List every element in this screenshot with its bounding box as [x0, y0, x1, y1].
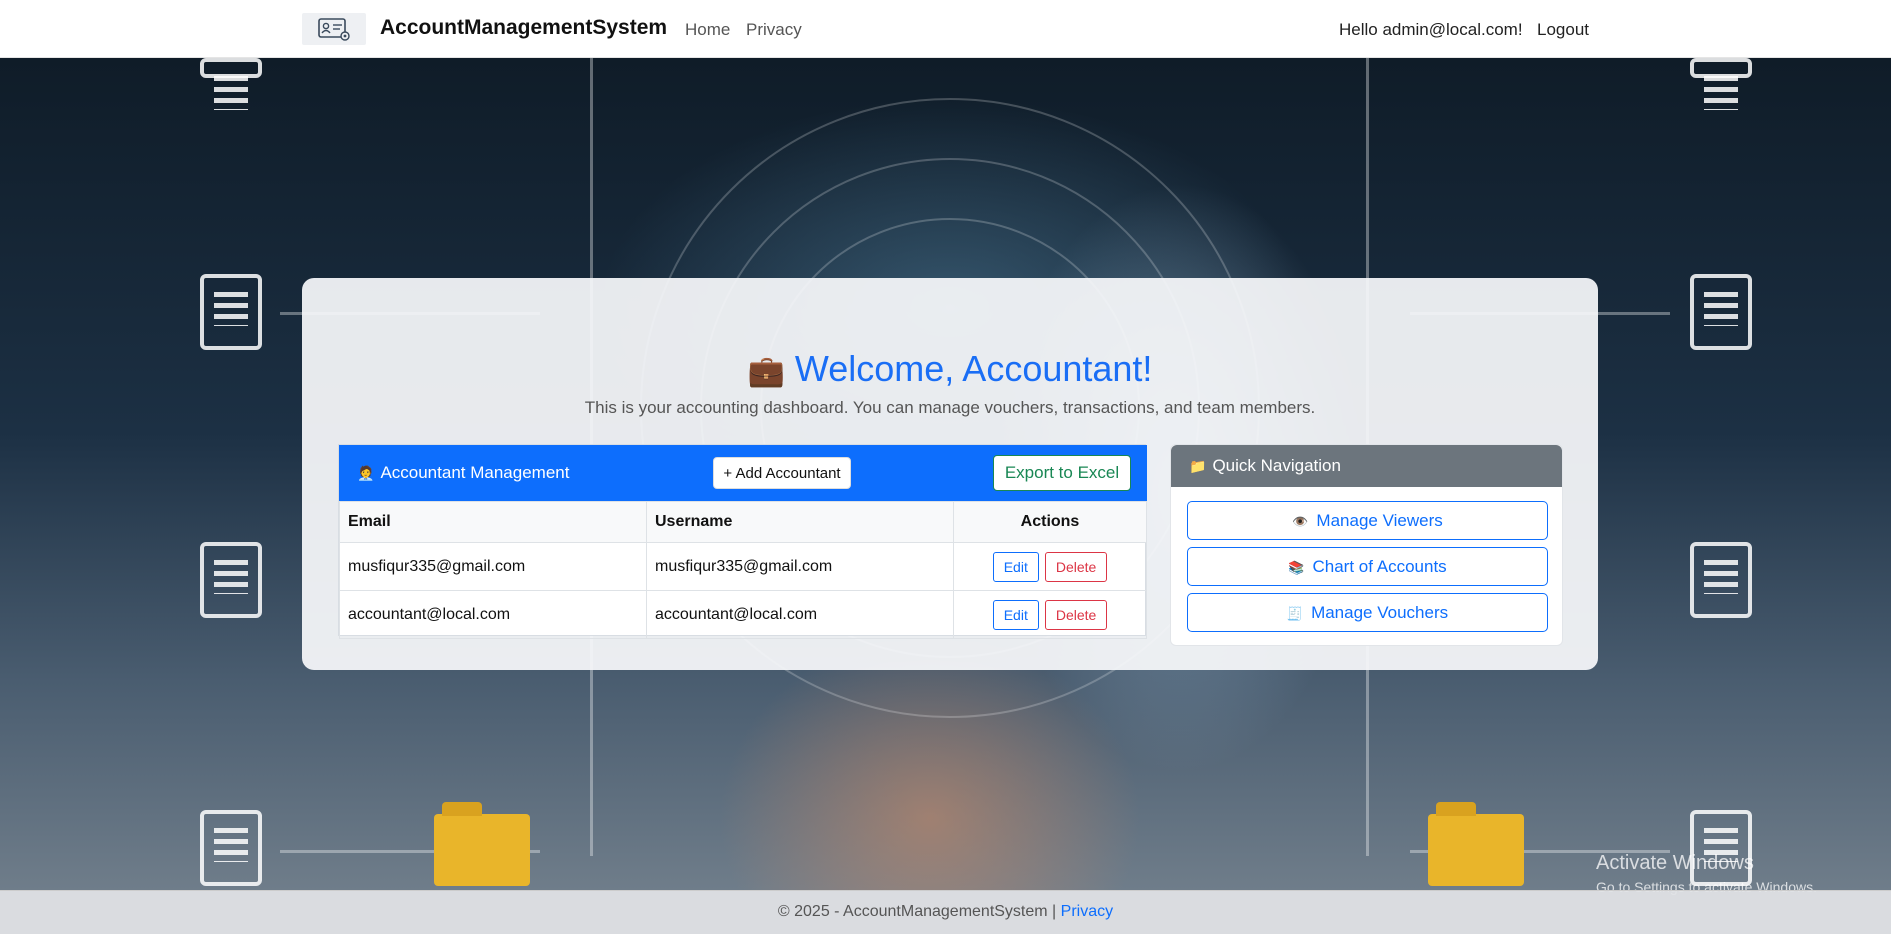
document-icon — [200, 58, 262, 110]
logo[interactable] — [302, 13, 366, 45]
chart-of-accounts-button[interactable]: 📚 Chart of Accounts — [1187, 547, 1548, 586]
books-icon: 📚 — [1288, 559, 1305, 575]
footer-privacy-link[interactable]: Privacy — [1061, 903, 1113, 920]
manage-vouchers-button[interactable]: 🧾 Manage Vouchers — [1187, 593, 1548, 632]
activate-windows-title: Activate Windows — [1596, 852, 1754, 874]
eye-icon: 👁️ — [1292, 513, 1309, 529]
edit-button[interactable]: Edit — [992, 599, 1039, 630]
document-icon — [1690, 542, 1752, 618]
quick-navigation-panel: 📁 Quick Navigation 👁️ Manage Viewers 📚 Char… — [1170, 444, 1563, 646]
cell-actions: Edit Delete — [953, 542, 1147, 591]
logout-link[interactable]: Logout — [1537, 20, 1589, 40]
cell-actions: Edit Delete — [953, 590, 1147, 639]
welcome-subtitle: This is your accounting dashboard. You c… — [584, 398, 1316, 417]
table-row: accountant@local.com accountant@local.co… — [339, 590, 1147, 639]
column-header-email: Email — [339, 501, 647, 543]
folder-icon — [434, 802, 530, 886]
cell-email: accountant@local.com — [339, 590, 647, 639]
manage-viewers-label: Manage Viewers — [1316, 510, 1443, 530]
footer: © 2025 - AccountManagementSystem | Priva… — [0, 890, 1891, 934]
column-header-actions: Actions — [953, 501, 1147, 543]
footer-copyright: © 2025 - AccountManagementSystem | — [777, 903, 1057, 920]
cell-email: musfiqur335@gmail.com — [339, 542, 647, 591]
edit-button[interactable]: Edit — [992, 551, 1039, 582]
table-header-row: Email Username Actions — [339, 501, 1147, 543]
accountants-table: Email Username Actions musfiqur335@gmail… — [339, 501, 1147, 639]
briefcase-icon: 💼 — [747, 355, 785, 388]
add-accountant-button[interactable]: + Add Accountant — [713, 457, 851, 489]
cell-username: accountant@local.com — [646, 590, 954, 639]
chart-of-accounts-label: Chart of Accounts — [1312, 556, 1447, 576]
welcome-title: Welcome, Accountant! — [794, 348, 1153, 389]
folder-icon — [1428, 802, 1524, 886]
user-greeting[interactable]: Hello admin@local.com! — [1339, 20, 1523, 40]
table-row: musfiqur335@gmail.com musfiqur335@gmail.… — [339, 542, 1147, 591]
manage-viewers-button[interactable]: 👁️ Manage Viewers — [1187, 501, 1548, 540]
person-icon: 🧑‍💼 — [357, 465, 375, 481]
receipt-icon: 🧾 — [1286, 605, 1304, 621]
top-navbar: AccountManagementSystem Home Privacy Hel… — [0, 0, 1891, 58]
welcome-heading: 💼 Welcome, Accountant! — [302, 348, 1598, 390]
nav-link-privacy[interactable]: Privacy — [746, 20, 802, 40]
cell-username: musfiqur335@gmail.com — [646, 542, 954, 591]
accountant-panel-title-text: Accountant Management — [380, 463, 570, 482]
activate-windows-watermark: Activate Windows Go to Settings to activ… — [1596, 852, 1817, 895]
brand-name[interactable]: AccountManagementSystem — [380, 16, 667, 40]
accountant-management-panel: 🧑‍💼 Accountant Management + Add Accountan… — [338, 444, 1147, 639]
document-icon — [200, 810, 262, 886]
quick-navigation-header: 📁 Quick Navigation — [1171, 445, 1562, 487]
folder-icon: 📁 — [1189, 458, 1207, 474]
manage-vouchers-label: Manage Vouchers — [1311, 602, 1449, 622]
document-icon — [1690, 274, 1752, 350]
dashboard-card: 💼 Welcome, Accountant! This is your accou… — [302, 278, 1598, 670]
nav-link-home[interactable]: Home — [685, 20, 730, 40]
document-icon — [200, 542, 262, 618]
account-card-icon — [318, 18, 350, 41]
delete-button[interactable]: Delete — [1044, 551, 1108, 582]
document-icon — [200, 274, 262, 350]
accountant-panel-header: 🧑‍💼 Accountant Management + Add Accountan… — [339, 445, 1147, 501]
column-header-username: Username — [646, 501, 954, 543]
export-to-excel-button[interactable]: Export to Excel — [993, 455, 1131, 491]
quick-navigation-title: Quick Navigation — [1212, 456, 1341, 475]
document-icon — [1690, 58, 1752, 110]
accountant-panel-title: 🧑‍💼 Accountant Management — [357, 463, 569, 483]
delete-button[interactable]: Delete — [1044, 599, 1108, 630]
